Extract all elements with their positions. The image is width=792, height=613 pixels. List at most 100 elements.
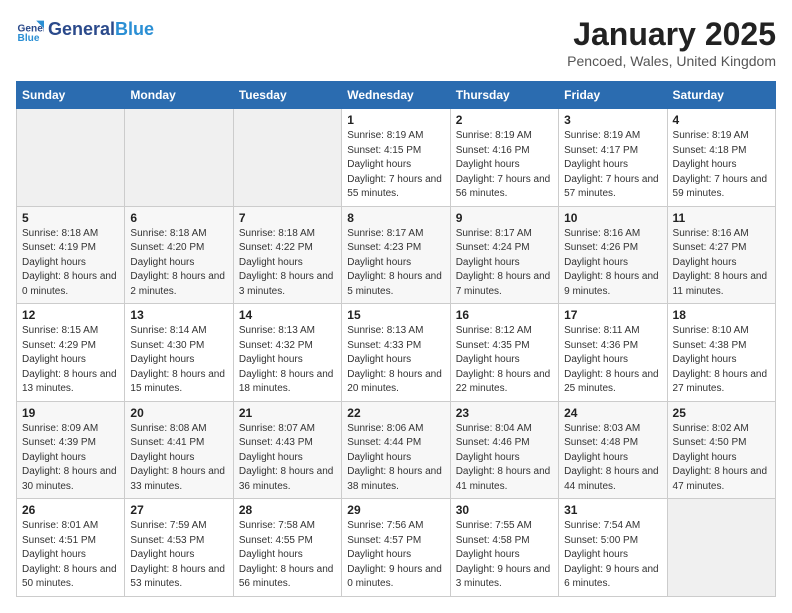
day-cell: 5Sunrise: 8:18 AMSunset: 4:19 PMDaylight… [17,206,125,304]
day-cell: 15 Sunrise: 8:13 AMSunset: 4:33 PMDayligh… [342,304,450,402]
day-cell: 22 Sunrise: 8:06 AMSunset: 4:44 PMDayligh… [342,401,450,499]
weekday-header-tuesday: Tuesday [233,82,341,109]
day-info: Sunrise: 8:06 AMSunset: 4:44 PMDaylight … [347,422,444,495]
day-number: 1 [347,113,444,127]
day-info: Sunrise: 7:58 AMSunset: 4:55 PMDaylight … [239,519,336,592]
day-cell: 31Sunrise: 7:54 AMSunset: 5:00 PMDayligh… [559,499,667,597]
week-row-1: 1 Sunrise: 8:19 AMSunset: 4:15 PMDaylight… [17,109,776,207]
day-info: Sunrise: 8:16 AMSunset: 4:26 PMDaylight … [564,227,661,300]
day-cell: 23Sunrise: 8:04 AMSunset: 4:46 PMDayligh… [450,401,558,499]
day-number: 30 [456,503,553,517]
day-cell: 6Sunrise: 8:18 AMSunset: 4:20 PMDaylight… [125,206,233,304]
day-info: Sunrise: 8:13 AMSunset: 4:33 PMDaylight … [347,324,444,397]
day-info: Sunrise: 8:19 AMSunset: 4:16 PMDaylight … [456,129,553,202]
day-cell: 13 Sunrise: 8:14 AMSunset: 4:30 PMDayligh… [125,304,233,402]
day-info: Sunrise: 8:15 AMSunset: 4:29 PMDaylight … [22,324,119,397]
day-info: Sunrise: 8:17 AMSunset: 4:24 PMDaylight … [456,227,553,300]
day-info: Sunrise: 8:03 AMSunset: 4:48 PMDaylight … [564,422,661,495]
day-info: Sunrise: 8:19 AMSunset: 4:18 PMDaylight … [673,129,770,202]
day-cell: 8Sunrise: 8:17 AMSunset: 4:23 PMDaylight… [342,206,450,304]
day-cell: 29 Sunrise: 7:56 AMSunset: 4:57 PMDayligh… [342,499,450,597]
day-number: 9 [456,211,553,225]
day-info: Sunrise: 8:16 AMSunset: 4:27 PMDaylight … [673,227,770,300]
day-cell: 10 Sunrise: 8:16 AMSunset: 4:26 PMDayligh… [559,206,667,304]
day-info: Sunrise: 8:01 AMSunset: 4:51 PMDaylight … [22,519,119,592]
day-info: Sunrise: 8:02 AMSunset: 4:50 PMDaylight … [673,422,770,495]
day-number: 15 [347,308,444,322]
day-cell: 2Sunrise: 8:19 AMSunset: 4:16 PMDaylight… [450,109,558,207]
day-cell: 25 Sunrise: 8:02 AMSunset: 4:50 PMDayligh… [667,401,775,499]
day-number: 12 [22,308,119,322]
logo-icon: General Blue [16,16,44,44]
day-number: 18 [673,308,770,322]
day-number: 4 [673,113,770,127]
day-number: 10 [564,211,661,225]
day-cell: 9 Sunrise: 8:17 AMSunset: 4:24 PMDaylight… [450,206,558,304]
weekday-header-monday: Monday [125,82,233,109]
page-header: General Blue GeneralBlue January 2025 Pe… [16,16,776,69]
day-cell: 14Sunrise: 8:13 AMSunset: 4:32 PMDayligh… [233,304,341,402]
day-cell: 26 Sunrise: 8:01 AMSunset: 4:51 PMDayligh… [17,499,125,597]
title-block: January 2025 Pencoed, Wales, United King… [567,16,776,69]
weekday-header-thursday: Thursday [450,82,558,109]
svg-text:Blue: Blue [18,33,40,44]
day-number: 25 [673,406,770,420]
day-info: Sunrise: 8:19 AMSunset: 4:17 PMDaylight … [564,129,661,202]
day-number: 28 [239,503,336,517]
day-cell: 12 Sunrise: 8:15 AMSunset: 4:29 PMDayligh… [17,304,125,402]
day-cell: 21 Sunrise: 8:07 AMSunset: 4:43 PMDayligh… [233,401,341,499]
day-number: 26 [22,503,119,517]
day-cell [17,109,125,207]
day-cell: 19 Sunrise: 8:09 AMSunset: 4:39 PMDayligh… [17,401,125,499]
day-cell: 30 Sunrise: 7:55 AMSunset: 4:58 PMDayligh… [450,499,558,597]
day-cell: 20 Sunrise: 8:08 AMSunset: 4:41 PMDayligh… [125,401,233,499]
day-cell: 4 Sunrise: 8:19 AMSunset: 4:18 PMDaylight… [667,109,775,207]
day-info: Sunrise: 8:18 AMSunset: 4:19 PMDaylight … [22,227,119,300]
day-cell: 11 Sunrise: 8:16 AMSunset: 4:27 PMDayligh… [667,206,775,304]
calendar-title: January 2025 [567,16,776,53]
day-cell: 18 Sunrise: 8:10 AMSunset: 4:38 PMDayligh… [667,304,775,402]
day-info: Sunrise: 8:14 AMSunset: 4:30 PMDaylight … [130,324,227,397]
day-number: 27 [130,503,227,517]
logo: General Blue GeneralBlue [16,16,154,44]
day-info: Sunrise: 8:08 AMSunset: 4:41 PMDaylight … [130,422,227,495]
day-info: Sunrise: 8:10 AMSunset: 4:38 PMDaylight … [673,324,770,397]
day-number: 29 [347,503,444,517]
day-number: 16 [456,308,553,322]
day-cell: 28 Sunrise: 7:58 AMSunset: 4:55 PMDayligh… [233,499,341,597]
week-row-3: 12 Sunrise: 8:15 AMSunset: 4:29 PMDayligh… [17,304,776,402]
calendar-table: SundayMondayTuesdayWednesdayThursdayFrid… [16,81,776,597]
day-info: Sunrise: 8:12 AMSunset: 4:35 PMDaylight … [456,324,553,397]
day-info: Sunrise: 8:18 AMSunset: 4:22 PMDaylight … [239,227,336,300]
day-cell [125,109,233,207]
logo-line1: GeneralBlue [48,20,154,40]
day-number: 20 [130,406,227,420]
day-number: 19 [22,406,119,420]
weekday-header-friday: Friday [559,82,667,109]
day-info: Sunrise: 7:55 AMSunset: 4:58 PMDaylight … [456,519,553,592]
day-number: 21 [239,406,336,420]
day-info: Sunrise: 8:04 AMSunset: 4:46 PMDaylight … [456,422,553,495]
day-info: Sunrise: 8:11 AMSunset: 4:36 PMDaylight … [564,324,661,397]
day-info: Sunrise: 7:56 AMSunset: 4:57 PMDaylight … [347,519,444,592]
day-cell: 3Sunrise: 8:19 AMSunset: 4:17 PMDaylight… [559,109,667,207]
weekday-header-sunday: Sunday [17,82,125,109]
day-cell [667,499,775,597]
day-number: 14 [239,308,336,322]
day-number: 17 [564,308,661,322]
day-info: Sunrise: 8:07 AMSunset: 4:43 PMDaylight … [239,422,336,495]
weekday-header-wednesday: Wednesday [342,82,450,109]
day-info: Sunrise: 8:09 AMSunset: 4:39 PMDaylight … [22,422,119,495]
day-info: Sunrise: 8:18 AMSunset: 4:20 PMDaylight … [130,227,227,300]
day-number: 13 [130,308,227,322]
day-cell: 17 Sunrise: 8:11 AMSunset: 4:36 PMDayligh… [559,304,667,402]
weekday-header-row: SundayMondayTuesdayWednesdayThursdayFrid… [17,82,776,109]
day-number: 24 [564,406,661,420]
day-info: Sunrise: 8:17 AMSunset: 4:23 PMDaylight … [347,227,444,300]
day-cell: 1 Sunrise: 8:19 AMSunset: 4:15 PMDaylight… [342,109,450,207]
day-number: 11 [673,211,770,225]
day-cell [233,109,341,207]
week-row-2: 5Sunrise: 8:18 AMSunset: 4:19 PMDaylight… [17,206,776,304]
day-info: Sunrise: 8:19 AMSunset: 4:15 PMDaylight … [347,129,444,202]
day-number: 22 [347,406,444,420]
